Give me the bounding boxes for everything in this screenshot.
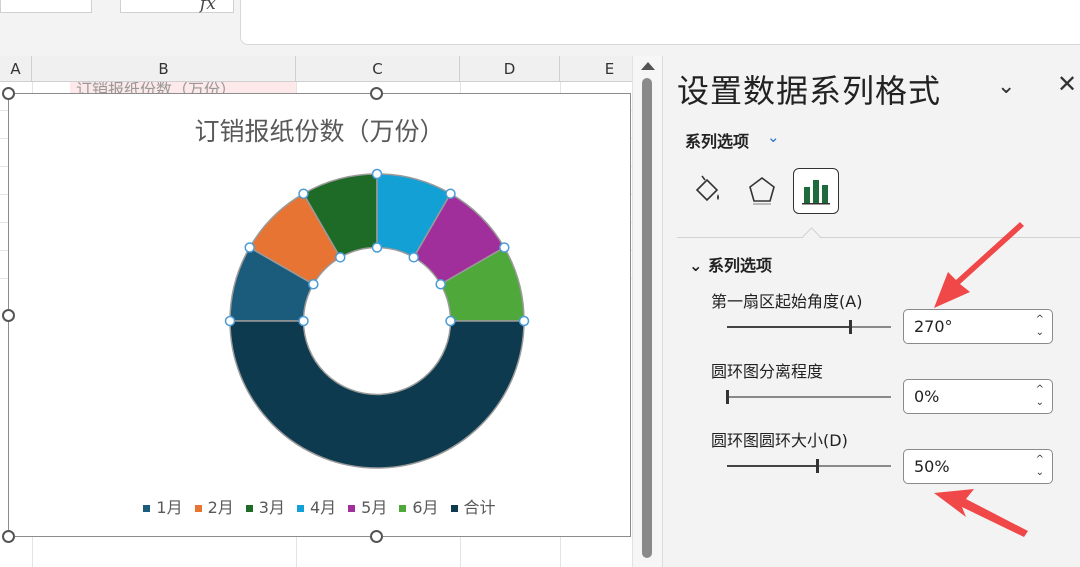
- name-box[interactable]: [0, 0, 92, 13]
- fill-line-tab[interactable]: [683, 168, 729, 214]
- section-header[interactable]: ⌄ 系列选项: [689, 252, 772, 276]
- explosion-label: 圆环图分离程度: [711, 362, 824, 381]
- vertical-scrollbar[interactable]: [632, 56, 663, 567]
- legend-swatch: [399, 505, 407, 512]
- legend-swatch: [143, 505, 151, 512]
- tab-pointer: [802, 227, 821, 246]
- legend-item[interactable]: 4月: [296, 494, 337, 518]
- chevron-down-icon[interactable]: ⌄: [767, 128, 780, 146]
- legend-label: 合计: [463, 498, 496, 517]
- formula-input[interactable]: [240, 0, 1080, 45]
- selection-handle[interactable]: [435, 279, 446, 290]
- selection-handle[interactable]: [445, 188, 456, 199]
- selection-handle[interactable]: [499, 242, 510, 253]
- selection-handle[interactable]: [518, 315, 530, 327]
- selection-handle[interactable]: [244, 242, 255, 253]
- selection-handle[interactable]: [298, 315, 309, 327]
- chevron-down-icon[interactable]: ⌄: [1036, 328, 1044, 338]
- start-angle-slider[interactable]: [727, 320, 891, 334]
- legend-swatch: [194, 505, 202, 512]
- donut-chart[interactable]: 订销报纸份数（万份） 1月 2月 3月 4月 5月 6月 合计: [8, 93, 631, 537]
- resize-handle-top[interactable]: [370, 87, 383, 100]
- function-area[interactable]: [120, 0, 234, 13]
- legend-item[interactable]: 6月: [399, 494, 439, 518]
- legend-swatch: [450, 505, 458, 512]
- legend-label: 6月: [412, 498, 439, 517]
- legend-item[interactable]: 1月: [143, 494, 183, 518]
- column-header-c[interactable]: C: [296, 56, 460, 82]
- chevron-down-icon[interactable]: ⌄: [997, 74, 1015, 99]
- donut-segment-total[interactable]: [229, 320, 525, 469]
- donut-plot[interactable]: [9, 94, 630, 536]
- slider-knob[interactable]: [849, 320, 852, 334]
- legend-label: 2月: [207, 498, 234, 517]
- hole-size-value: 50%: [914, 457, 950, 476]
- legend-label: 4月: [309, 498, 337, 517]
- explosion-slider[interactable]: [726, 390, 891, 404]
- selection-handle[interactable]: [308, 279, 319, 290]
- explosion-input[interactable]: 0% ^ ⌄: [903, 379, 1053, 414]
- selection-handle[interactable]: [335, 252, 346, 263]
- section-header-label: 系列选项: [707, 256, 772, 275]
- selection-handle[interactable]: [371, 242, 383, 253]
- slider-knob[interactable]: [726, 390, 729, 404]
- selection-handle[interactable]: [408, 252, 419, 263]
- start-angle-label: 第一扇区起始角度(A): [711, 292, 863, 311]
- scroll-up-icon[interactable]: [641, 62, 655, 70]
- chevron-down-icon: ⌄: [689, 256, 708, 275]
- chevron-down-icon[interactable]: ⌄: [1036, 468, 1044, 478]
- resize-handle-bottom-left[interactable]: [2, 530, 15, 543]
- annotation-arrow: [934, 222, 1024, 308]
- resize-handle-left[interactable]: [2, 309, 15, 322]
- legend-item[interactable]: 合计: [450, 494, 496, 518]
- slider-knob[interactable]: [816, 459, 820, 473]
- effects-tab[interactable]: [739, 168, 785, 214]
- explosion-value: 0%: [914, 387, 940, 406]
- chevron-up-icon[interactable]: ^: [1036, 455, 1044, 465]
- hole-size-label: 圆环图圆环大小(D): [711, 431, 848, 450]
- legend-item[interactable]: 5月: [348, 494, 387, 518]
- annotation-arrow: [934, 489, 1028, 537]
- close-icon[interactable]: ✕: [1057, 70, 1077, 98]
- pentagon-icon: [749, 177, 775, 205]
- resize-handle-top-left[interactable]: [2, 87, 15, 100]
- selection-handle[interactable]: [224, 315, 236, 327]
- column-header-a[interactable]: A: [0, 56, 32, 82]
- legend-swatch: [296, 505, 304, 512]
- hole-size-slider[interactable]: [727, 459, 891, 473]
- resize-handle-bottom[interactable]: [370, 530, 383, 543]
- series-options-tab[interactable]: [793, 168, 839, 214]
- selection-handle[interactable]: [445, 315, 456, 327]
- chevron-down-icon[interactable]: ⌄: [1036, 398, 1044, 408]
- legend-label: 3月: [258, 498, 285, 517]
- selection-handle[interactable]: [371, 168, 383, 180]
- column-header-d[interactable]: D: [460, 56, 560, 82]
- legend-swatch: [245, 505, 253, 512]
- hole-size-input[interactable]: 50% ^ ⌄: [903, 449, 1053, 484]
- start-angle-input[interactable]: 270° ^ ⌄: [903, 309, 1053, 344]
- bar-chart-icon: [802, 180, 830, 205]
- legend-swatch: [348, 505, 356, 512]
- legend-label: 5月: [361, 498, 388, 517]
- legend-item[interactable]: 3月: [245, 494, 285, 518]
- column-header-b[interactable]: B: [32, 56, 296, 82]
- legend-item[interactable]: 2月: [194, 494, 234, 518]
- fx-icon[interactable]: fx: [200, 0, 216, 14]
- scroll-thumb[interactable]: [642, 78, 652, 558]
- chevron-up-icon[interactable]: ^: [1036, 315, 1044, 325]
- pane-title: 设置数据系列格式: [677, 72, 942, 110]
- selection-handle[interactable]: [298, 188, 309, 199]
- series-options-dropdown[interactable]: 系列选项: [685, 128, 749, 152]
- formula-bar: fx: [0, 0, 1080, 56]
- start-angle-value: 270°: [914, 317, 953, 336]
- legend-label: 1月: [156, 498, 183, 517]
- chart-legend[interactable]: 1月 2月 3月 4月 5月 6月 合计: [9, 494, 630, 518]
- paint-bucket-icon: [695, 175, 719, 202]
- chevron-up-icon[interactable]: ^: [1036, 385, 1044, 395]
